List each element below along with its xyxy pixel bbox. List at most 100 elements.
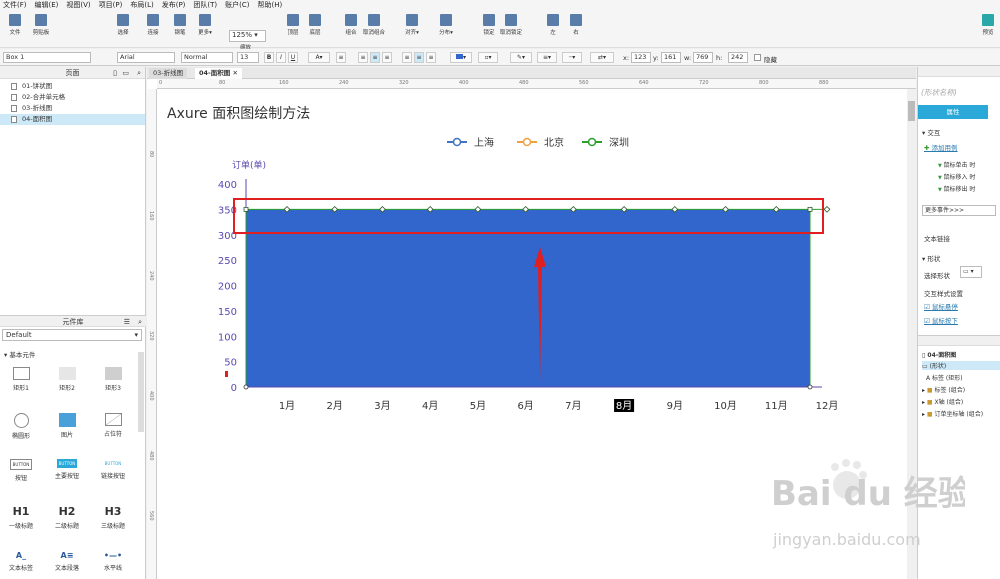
select-shape-dropdown[interactable]: ▭ ▾ (960, 266, 982, 278)
widget-text-paragraph[interactable]: A≡ 文本段落 (46, 551, 88, 572)
page-item[interactable]: 04-面积图 (0, 114, 145, 125)
mouse-down-style-link[interactable]: ☑ 鼠标按下 (924, 315, 958, 325)
interaction-section[interactable]: ▾ 交互 (922, 127, 940, 137)
x-tick-label: 9月 (667, 400, 683, 412)
menu-item[interactable]: 项目(P) (99, 0, 123, 10)
align-center-button[interactable]: ≡ (370, 52, 380, 63)
shape-name-input[interactable]: (形状名称) (921, 87, 957, 98)
menu-item[interactable]: 布局(L) (130, 0, 153, 10)
page-item[interactable]: 01-饼状图 (0, 81, 145, 92)
distribute-button[interactable]: 分布▾ (433, 14, 459, 36)
library-search-icon[interactable]: ⌕ (138, 316, 142, 328)
outline-shape[interactable]: ▭ (形状) (922, 361, 1000, 370)
more-events-select[interactable]: 更多事件>>> (922, 205, 996, 216)
clipboard-button[interactable]: 剪贴板 (28, 14, 54, 36)
x-tick-label: 7月 (565, 400, 581, 412)
font-family-select[interactable]: Arial (117, 52, 175, 63)
y-field[interactable]: 161 (661, 52, 681, 63)
fill-color-button[interactable]: ▾ (450, 52, 472, 63)
widget-rectangle1[interactable]: 矩形1 (0, 367, 42, 392)
shadow-button[interactable]: ▫▾ (478, 52, 498, 63)
outline-yaxis-group[interactable]: ▸ ■ 订单坐标轴 (组合) (922, 409, 983, 418)
library-category[interactable]: ▾ 基本元件 (4, 349, 35, 359)
menu-item[interactable]: 帮助(H) (258, 0, 283, 10)
menu-item[interactable]: 账户(C) (225, 0, 249, 10)
add-page-icon[interactable]: ▯ (113, 67, 117, 79)
add-folder-icon[interactable]: ▭ (122, 67, 129, 79)
widget-primary-button[interactable]: BUTTON 主要按钮 (46, 459, 88, 480)
align-button[interactable]: 对齐▾ (399, 14, 425, 36)
library-select[interactable]: Default ▾ (2, 329, 142, 341)
page-item[interactable]: 03-折线图 (0, 103, 145, 114)
pen-button[interactable]: 钢笔 (167, 14, 193, 36)
unlock-button[interactable]: 取消锁定 (498, 14, 524, 36)
widget-placeholder[interactable]: 占位符 (92, 413, 134, 438)
outline-label-group[interactable]: ▸ ■ 标签 (组合) (922, 385, 965, 394)
library-scrollbar[interactable] (138, 352, 144, 432)
file-button[interactable]: 文件 (2, 14, 28, 36)
line-style-button[interactable]: ┄▾ (562, 52, 582, 63)
text-link-label[interactable]: 文本链接 (924, 233, 950, 243)
zoom-select[interactable]: 125% ▾ (229, 30, 266, 42)
widget-heading2[interactable]: H2 二级标题 (46, 505, 88, 530)
font-weight-select[interactable]: Normal (181, 52, 233, 63)
widget-rectangle2[interactable]: 矩形2 (46, 367, 88, 392)
menu-item[interactable]: 团队(T) (193, 0, 217, 10)
shape-section[interactable]: ▾ 形状 (922, 253, 940, 263)
widget-ellipse[interactable]: 椭圆形 (0, 413, 42, 440)
add-case-link[interactable]: ✚ 添加用例 (924, 142, 958, 152)
line-color-button[interactable]: ✎▾ (510, 52, 532, 63)
preview-button[interactable]: 预览 (975, 14, 1000, 36)
widget-heading1[interactable]: H1 一级标题 (0, 505, 42, 530)
align-right-button[interactable]: ≡ (382, 52, 392, 63)
x-field[interactable]: 123 (631, 52, 651, 63)
menu-item[interactable]: 文件(F) (3, 0, 27, 10)
arrow-style-button[interactable]: ⇄▾ (590, 52, 614, 63)
line-width-button[interactable]: ≡▾ (537, 52, 557, 63)
underline-button[interactable]: U (288, 52, 298, 63)
menu-item[interactable]: 编辑(E) (35, 0, 59, 10)
tab-properties[interactable]: 属性 (918, 105, 988, 119)
hidden-checkbox[interactable] (754, 54, 761, 61)
bullet-button[interactable]: ≡ (336, 52, 346, 63)
menu-item[interactable]: 视图(V) (66, 0, 90, 10)
outline-xaxis-group[interactable]: ▸ ■ X轴 (组合) (922, 397, 963, 406)
shape-name-select[interactable]: Box 1 (3, 52, 91, 63)
event-mouse-leave[interactable]: 鼠标移出 时 (938, 184, 975, 193)
page-item[interactable]: 02-合并单元格 (0, 92, 145, 103)
tab-area-chart[interactable]: 04-面积图 ✕ (195, 68, 242, 79)
outline-page[interactable]: ▯ 04-面积图 (922, 350, 956, 359)
more-button[interactable]: 更多▾ (192, 14, 218, 36)
align-left-button[interactable]: ≡ (358, 52, 368, 63)
library-menu-icon[interactable]: ☰ (124, 316, 130, 328)
widget-heading3[interactable]: H3 三级标题 (92, 505, 134, 530)
outline-label-rect[interactable]: A 标签 (矩形) (926, 373, 963, 382)
widget-rectangle3[interactable]: 矩形3 (92, 367, 134, 392)
event-mouse-enter[interactable]: 鼠标移入 时 (938, 172, 975, 181)
valign-top-button[interactable]: ≡ (402, 52, 412, 63)
hover-style-link[interactable]: ☑ 鼠标悬停 (924, 301, 958, 311)
widget-horizontal-line[interactable]: •—• 水平线 (92, 551, 134, 572)
valign-middle-button[interactable]: ≡ (414, 52, 424, 63)
tab-line-chart[interactable]: 03-折线图 (149, 68, 188, 79)
bold-button[interactable]: B (264, 52, 274, 63)
event-click[interactable]: 鼠标单击 时 (938, 160, 975, 169)
connect-button[interactable]: 连接 (140, 14, 166, 36)
w-field[interactable]: 769 (693, 52, 713, 63)
font-size-select[interactable]: 13 (237, 52, 259, 63)
valign-bottom-button[interactable]: ≡ (426, 52, 436, 63)
select-button[interactable]: 选择 (110, 14, 136, 36)
canvas-scroll-thumb[interactable] (908, 101, 915, 121)
pages-search-icon[interactable]: ⌕ (137, 67, 141, 79)
widget-text-label[interactable]: A_ 文本标签 (0, 551, 42, 572)
widget-button[interactable]: BUTTON 按钮 (0, 459, 42, 482)
right-button[interactable]: 右 (563, 14, 589, 36)
widget-link-button[interactable]: BUTTON 链接按钮 (92, 459, 134, 480)
widget-image[interactable]: 图片 (46, 413, 88, 439)
ungroup-button[interactable]: 取消组合 (361, 14, 387, 36)
font-color-button[interactable]: A▾ (308, 52, 330, 63)
menu-item[interactable]: 发布(P) (162, 0, 186, 10)
h-field[interactable]: 242 (728, 52, 748, 63)
italic-button[interactable]: I (276, 52, 286, 63)
send-to-back-button[interactable]: 底层 (302, 14, 328, 36)
